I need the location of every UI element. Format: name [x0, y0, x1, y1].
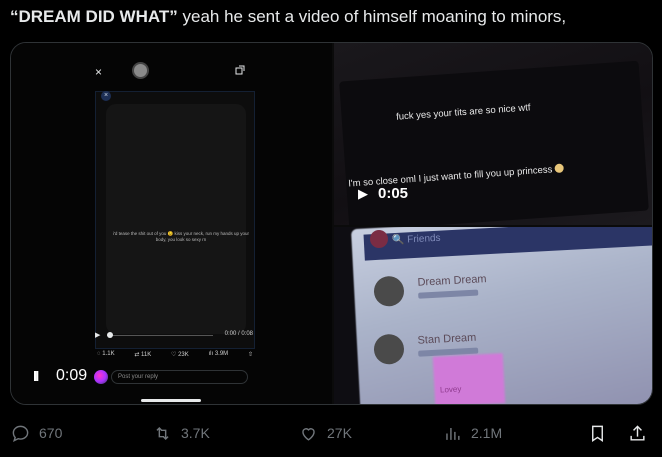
tweet-text-rest: yeah he sent a video of himself moaning …	[177, 7, 567, 26]
phone-stat-replies: ◌ 1.1K	[97, 351, 115, 357]
tweet-actions: 670 3.7K 27K 2.1M	[0, 418, 662, 448]
friend-avatar	[373, 333, 405, 366]
video-duration: 0:05	[378, 185, 409, 202]
message-label: Lovey	[439, 384, 462, 395]
phone-video-frame	[106, 104, 246, 334]
retweet-count: 3.7K	[181, 425, 210, 441]
top-right-video-panel[interactable]: fuck yes your tits are so nice wtf I'm s…	[334, 43, 652, 225]
phone-stats-row: ◌ 1.1K ⇄ 11K ♡ 23K ılı 3.9M ⇧	[95, 351, 255, 363]
tweet-text-bold: “DREAM DID WHAT”	[10, 7, 178, 26]
phone-stat-likes: ♡ 23K	[171, 352, 189, 358]
pause-button[interactable]: II	[33, 368, 40, 385]
share-button[interactable]	[628, 418, 656, 448]
phone-stat-retweets: ⇄ 11K	[134, 352, 152, 358]
heart-icon	[302, 427, 315, 441]
friend-name: Stan Dream	[417, 331, 477, 347]
friend-name: Dream Dream	[417, 273, 487, 289]
phone-screen	[95, 91, 255, 349]
phone-progress-track	[107, 335, 213, 336]
avatar	[94, 370, 108, 384]
video-time: 0:09	[56, 367, 88, 384]
phone-progress-thumb	[107, 332, 113, 338]
bookmark-icon	[592, 425, 603, 442]
highlighted-message	[432, 353, 506, 404]
profile-icon	[370, 230, 388, 248]
home-indicator	[141, 399, 201, 402]
emoji-icon	[554, 163, 565, 174]
reply-icon	[12, 425, 29, 442]
phone-close-icon: ×	[101, 91, 111, 101]
phone-time: 0:00 / 0:08	[224, 331, 253, 337]
like-count: 27K	[327, 425, 352, 441]
media-grid[interactable]: × × i'd tease the shit out of you 😉 kiss…	[10, 42, 653, 405]
views-count: 2.1M	[471, 425, 503, 441]
retweet-icon	[156, 426, 169, 440]
close-icon: ×	[95, 65, 103, 79]
share-icon	[630, 424, 645, 441]
friend-avatar	[373, 275, 405, 308]
reply-count: 670	[39, 425, 63, 441]
play-button[interactable]: ▶	[358, 186, 368, 202]
record-icon	[132, 62, 149, 79]
phone-caption: i'd tease the shit out of you 😉 kiss you…	[112, 231, 250, 242]
rotate-icon	[235, 65, 245, 75]
views-icon	[446, 427, 460, 440]
friend-subtitle	[418, 289, 479, 299]
bottom-right-image-panel[interactable]: 🔍 Friends Dream Dream Stan Dream Lovey	[334, 227, 652, 404]
left-video-panel[interactable]: × × i'd tease the shit out of you 😉 kiss…	[11, 43, 332, 404]
views-button[interactable]: 2.1M	[443, 418, 502, 448]
phone-stat-views: ılı 3.9M	[208, 351, 229, 357]
like-button[interactable]: 27K	[299, 418, 352, 448]
retweet-button[interactable]: 3.7K	[153, 418, 210, 448]
phone-progress-bar: ▶ 0:00 / 0:08	[95, 329, 255, 343]
phone-play-icon: ▶	[95, 332, 101, 339]
bookmark-button[interactable]	[588, 418, 616, 448]
phone-reply-input: Post your reply	[111, 370, 248, 384]
phone-share-icon: ⇧	[247, 352, 253, 358]
reply-button[interactable]: 670	[11, 418, 62, 448]
tweet-text: “DREAM DID WHAT” yeah he sent a video of…	[10, 4, 660, 30]
